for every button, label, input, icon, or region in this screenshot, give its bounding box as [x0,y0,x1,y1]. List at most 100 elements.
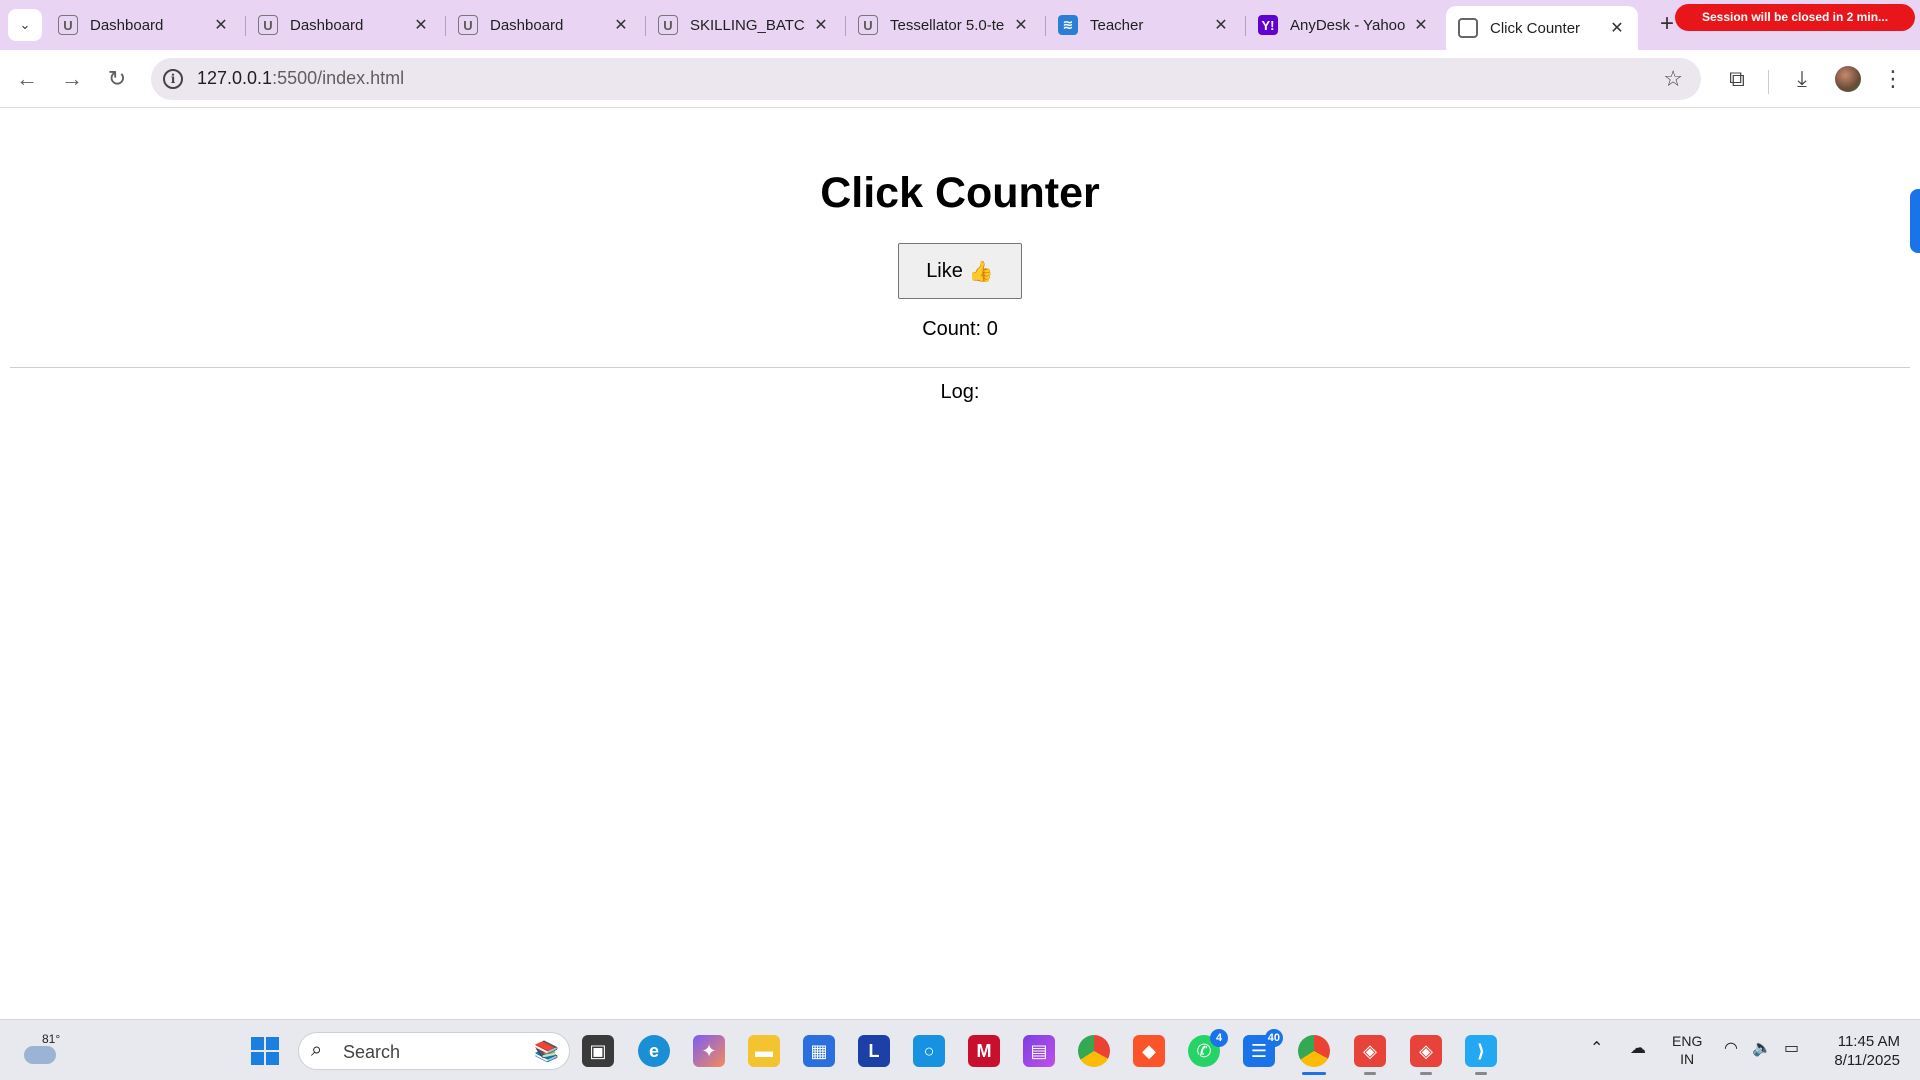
page-title: Click Counter [820,169,1100,217]
page-content: Click Counter Like 👍 Count: 0 Log: [0,109,1920,1019]
menu-kebab-icon[interactable]: ⋮ [1878,64,1908,94]
search-placeholder: Search [343,1042,401,1062]
taskbar: 81° ⌕ Search 📚 ▣ e ✦ ▬ ▦ L ○ M ▤ ◆ ✆ 4 ☰… [0,1019,1920,1080]
microsoft-store-icon[interactable]: ▦ [803,1035,835,1067]
tab-dashboard-2[interactable]: U Dashboard ✕ [246,7,442,43]
blue-circle-app-icon[interactable]: ○ [913,1035,945,1067]
file-explorer-icon[interactable]: ▬ [748,1035,780,1067]
tab-tessellator[interactable]: U Tessellator 5.0-te ✕ [846,7,1042,43]
close-icon[interactable]: ✕ [1212,15,1230,35]
close-icon[interactable]: ✕ [612,15,630,35]
session-banner: Session will be closed in 2 min... [1675,4,1915,31]
tab-teacher[interactable]: ≋ Teacher ✕ [1046,7,1242,43]
chevron-down-icon: ⌄ [19,17,31,32]
whatsapp-icon[interactable]: ✆ 4 [1188,1029,1228,1067]
like-button[interactable]: Like 👍 [898,243,1022,299]
copilot-icon[interactable]: ✦ [693,1035,725,1067]
tab-skilling-batch[interactable]: U SKILLING_BATCH ✕ [646,7,842,43]
tab-title: AnyDesk - Yahoo [1290,16,1406,34]
tab-strip: ⌄ U Dashboard ✕ U Dashboard ✕ U Dashboar… [0,0,1920,50]
tab-title: Dashboard [90,16,164,34]
running-indicator [1364,1072,1376,1075]
url-host: 127.0.0.1 [197,68,273,88]
yahoo-icon: Y! [1258,15,1278,35]
info-icon[interactable]: i [163,69,183,89]
close-icon[interactable]: ✕ [412,15,430,35]
notification-badge: 40 [1264,1029,1283,1047]
running-indicator [1475,1072,1487,1075]
side-panel-tab[interactable] [1910,189,1920,253]
address-bar[interactable]: i 127.0.0.1:5500/index.html ☆ [151,58,1701,100]
tu-icon: U [858,15,878,35]
tab-dashboard-3[interactable]: U Dashboard ✕ [446,7,642,43]
clock-date: 8/11/2025 [1834,1052,1900,1069]
brave-icon[interactable]: ◆ [1133,1035,1165,1067]
tab-title: Tessellator 5.0-te [890,16,1005,34]
tab-title: SKILLING_BATCH [690,16,806,34]
tu-icon: U [458,15,478,35]
anydesk-icon-2[interactable]: ◈ [1410,1035,1442,1075]
l-app-icon[interactable]: L [858,1035,890,1067]
back-icon[interactable]: ← [12,64,42,94]
tab-title: Teacher [1090,16,1144,34]
mcafee-icon[interactable]: M [968,1035,1000,1067]
clock[interactable]: 11:45 AM 8/11/2025 [1820,1032,1900,1070]
tu-icon: U [658,15,678,35]
thumbs-up-icon: 👍 [968,260,994,283]
weather-temp: 81° [42,1032,61,1046]
vscode-icon[interactable]: ⟩ [1465,1035,1497,1075]
weather-widget[interactable]: 81° [22,1030,62,1070]
chrome-active-icon[interactable] [1298,1035,1330,1075]
url-text[interactable]: 127.0.0.1:5500/index.html [197,68,404,89]
running-indicator [1302,1072,1326,1075]
language-indicator[interactable]: ENG IN [1672,1032,1702,1068]
taskbar-search[interactable]: ⌕ Search 📚 [298,1032,570,1070]
close-icon[interactable]: ✕ [1412,15,1430,35]
log-label: Log: [940,381,980,403]
like-button-label: Like [926,259,963,282]
tu-icon: U [258,15,278,35]
notification-badge: 4 [1210,1029,1228,1047]
tab-title: Dashboard [490,16,564,34]
reload-icon[interactable]: ↻ [102,64,132,94]
url-path: :5500/index.html [272,68,405,88]
count-label: Count: [922,318,982,340]
close-icon[interactable]: ✕ [1608,18,1626,38]
forward-icon[interactable]: → [57,64,87,94]
chevron-up-icon[interactable]: ⌃ [1590,1038,1603,1058]
task-view-icon[interactable]: ▣ [582,1035,614,1067]
tab-click-counter[interactable]: Click Counter ✕ [1446,6,1638,50]
wifi-icon[interactable]: ◠ [1724,1038,1738,1058]
close-icon[interactable]: ✕ [212,15,230,35]
close-icon[interactable]: ✕ [812,15,830,35]
close-icon[interactable]: ✕ [1012,15,1030,35]
bookmark-star-icon[interactable]: ☆ [1663,66,1683,92]
search-highlight-icon: 📚 [534,1041,559,1063]
browser-toolbar: ← → ↻ i 127.0.0.1:5500/index.html ☆ ⧉ ⤓ … [0,50,1920,108]
download-icon[interactable]: ⤓ [1787,64,1817,94]
tu-icon: U [58,15,78,35]
tab-dashboard-1[interactable]: U Dashboard ✕ [46,7,242,43]
tab-search-button[interactable]: ⌄ [8,9,42,41]
clock-time: 11:45 AM [1837,1033,1900,1050]
windows-start-icon[interactable] [251,1037,279,1065]
people-app-icon[interactable]: ☰ 40 [1243,1029,1283,1067]
teacher-icon: ≋ [1058,15,1078,35]
extensions-icon[interactable]: ⧉ [1722,64,1752,94]
tab-anydesk-yahoo[interactable]: Y! AnyDesk - Yahoo ✕ [1246,7,1442,43]
divider [10,367,1910,368]
cloud-icon [24,1046,56,1064]
clipchamp-icon[interactable]: ▤ [1023,1035,1055,1067]
battery-icon[interactable]: ▭ [1784,1038,1799,1058]
globe-icon [1458,18,1478,38]
chrome-icon[interactable] [1078,1035,1110,1067]
edge-icon[interactable]: e [638,1035,670,1067]
search-icon: ⌕ [311,1039,323,1061]
onedrive-cloud-icon[interactable]: ☁ [1630,1038,1646,1058]
tab-title: Click Counter [1490,19,1581,37]
tab-title: Dashboard [290,16,364,34]
anydesk-icon[interactable]: ◈ [1354,1035,1386,1075]
volume-icon[interactable]: 🔈 [1752,1038,1772,1058]
count-value: 0 [986,318,998,340]
profile-avatar[interactable] [1835,66,1861,92]
